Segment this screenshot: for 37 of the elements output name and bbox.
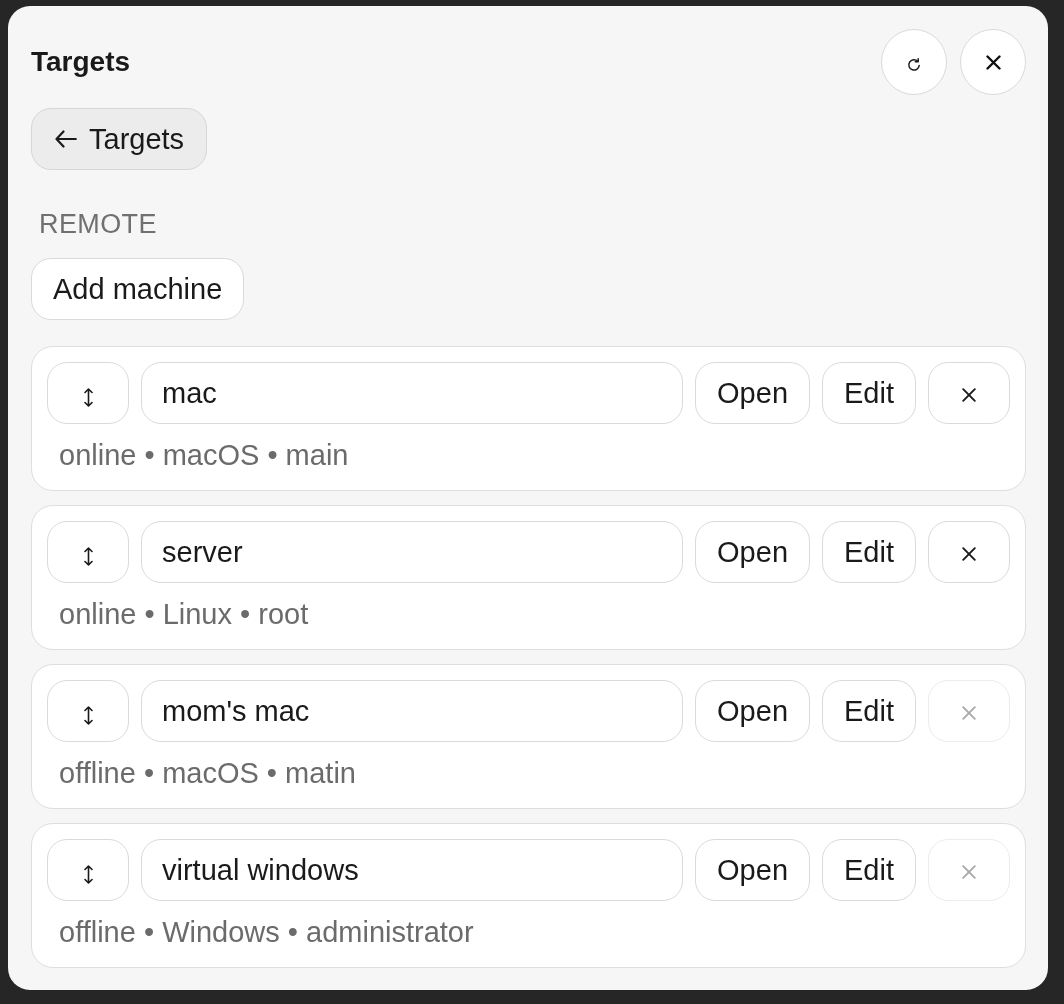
name-field[interactable]: mom's mac <box>141 680 684 742</box>
open-button[interactable]: Open <box>695 839 810 901</box>
machine-details: offline • macOS • matin <box>59 757 357 789</box>
x-icon <box>962 865 976 879</box>
up-down-arrow-icon <box>83 706 93 725</box>
back-button[interactable]: Targets <box>31 108 208 170</box>
open-button[interactable]: Open <box>695 680 810 742</box>
edit-button[interactable]: Edit <box>822 521 916 583</box>
name-field[interactable]: server <box>141 521 684 583</box>
up-down-arrow-icon <box>83 388 93 407</box>
x-icon <box>962 547 976 561</box>
move-button[interactable] <box>47 362 129 424</box>
x-icon <box>962 706 976 720</box>
edit-button[interactable]: Edit <box>822 362 916 424</box>
machine-details: online • Linux • root <box>59 598 310 630</box>
open-button[interactable]: Open <box>695 362 810 424</box>
add-machine-button[interactable]: Add machine <box>31 258 245 320</box>
x-icon <box>962 388 976 402</box>
machine-details: offline • Windows • administrator <box>59 916 475 948</box>
name-field[interactable]: mac <box>141 362 684 424</box>
up-down-arrow-icon <box>83 547 93 566</box>
move-button[interactable] <box>47 839 129 901</box>
delete-button[interactable] <box>928 362 1010 424</box>
back-arrow-icon <box>55 130 77 148</box>
close-icon <box>985 54 1001 70</box>
open-button[interactable]: Open <box>695 521 810 583</box>
up-down-arrow-icon <box>83 865 93 884</box>
refresh-icon <box>907 58 921 72</box>
delete-button[interactable] <box>928 521 1010 583</box>
move-button[interactable] <box>47 521 129 583</box>
section-heading: REMOTE <box>39 208 158 240</box>
edit-button[interactable]: Edit <box>822 839 916 901</box>
machine-details: online • macOS • main <box>59 439 350 471</box>
name-field[interactable]: virtual windows <box>141 839 684 901</box>
move-button[interactable] <box>47 680 129 742</box>
dialog-title: Targets <box>31 45 131 79</box>
edit-button[interactable]: Edit <box>822 680 916 742</box>
